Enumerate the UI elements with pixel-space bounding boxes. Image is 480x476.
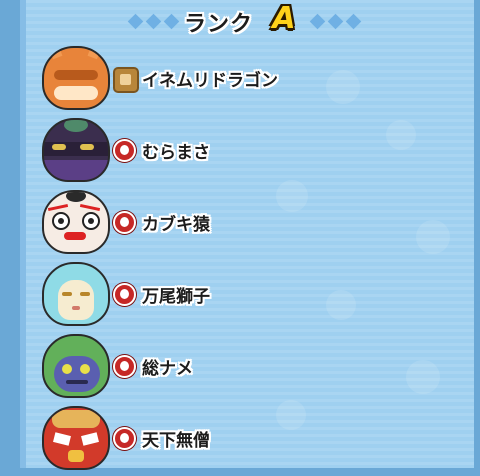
rank-panel: ランク A イネムリドラゴン むらまさ カブキ猿 万尾獅子 総ナメ 天下無僧: [20, 0, 474, 470]
yokai-row-4[interactable]: 万尾獅子: [26, 262, 474, 332]
yokai-name: イネムリドラゴン: [142, 71, 278, 91]
diamond-icon: [127, 13, 144, 30]
diamond-icon: [327, 13, 344, 30]
yokai-name: 天下無僧: [142, 431, 210, 451]
fire-tribe-icon: [113, 355, 136, 378]
fire-tribe-icon: [113, 211, 136, 234]
rank-header: ランク A: [26, 0, 474, 44]
diamond-icon: [345, 13, 362, 30]
fire-tribe-icon: [113, 427, 136, 450]
yokai-portrait-sounamae-icon: [42, 334, 110, 398]
fire-tribe-icon: [113, 283, 136, 306]
yokai-portrait-lion-icon: [42, 262, 110, 326]
diamond-icon: [163, 13, 180, 30]
yokai-name: 総ナメ: [142, 359, 193, 379]
yokai-portrait-muramasa-icon: [42, 118, 110, 182]
yokai-row-1[interactable]: イネムリドラゴン: [26, 46, 474, 116]
rank-letter-badge: A: [272, 1, 296, 36]
yokai-portrait-kabuki-monkey-icon: [42, 190, 110, 254]
yokai-row-6[interactable]: 天下無僧: [26, 406, 474, 476]
diamond-icon: [309, 13, 326, 30]
yokai-name: 万尾獅子: [142, 287, 210, 307]
yokai-portrait-dragon-icon: [42, 46, 110, 110]
yokai-row-2[interactable]: むらまさ: [26, 118, 474, 188]
yokai-row-5[interactable]: 総ナメ: [26, 334, 474, 404]
yokai-name: カブキ猿: [142, 215, 210, 235]
yokai-row-3[interactable]: カブキ猿: [26, 190, 474, 260]
diamond-icon: [145, 13, 162, 30]
yokai-name: むらまさ: [142, 143, 210, 163]
fist-tribe-icon: [113, 67, 139, 93]
rank-title: ランク: [184, 12, 254, 37]
fire-tribe-icon: [113, 139, 136, 162]
yokai-portrait-tenka-musou-icon: [42, 406, 110, 470]
